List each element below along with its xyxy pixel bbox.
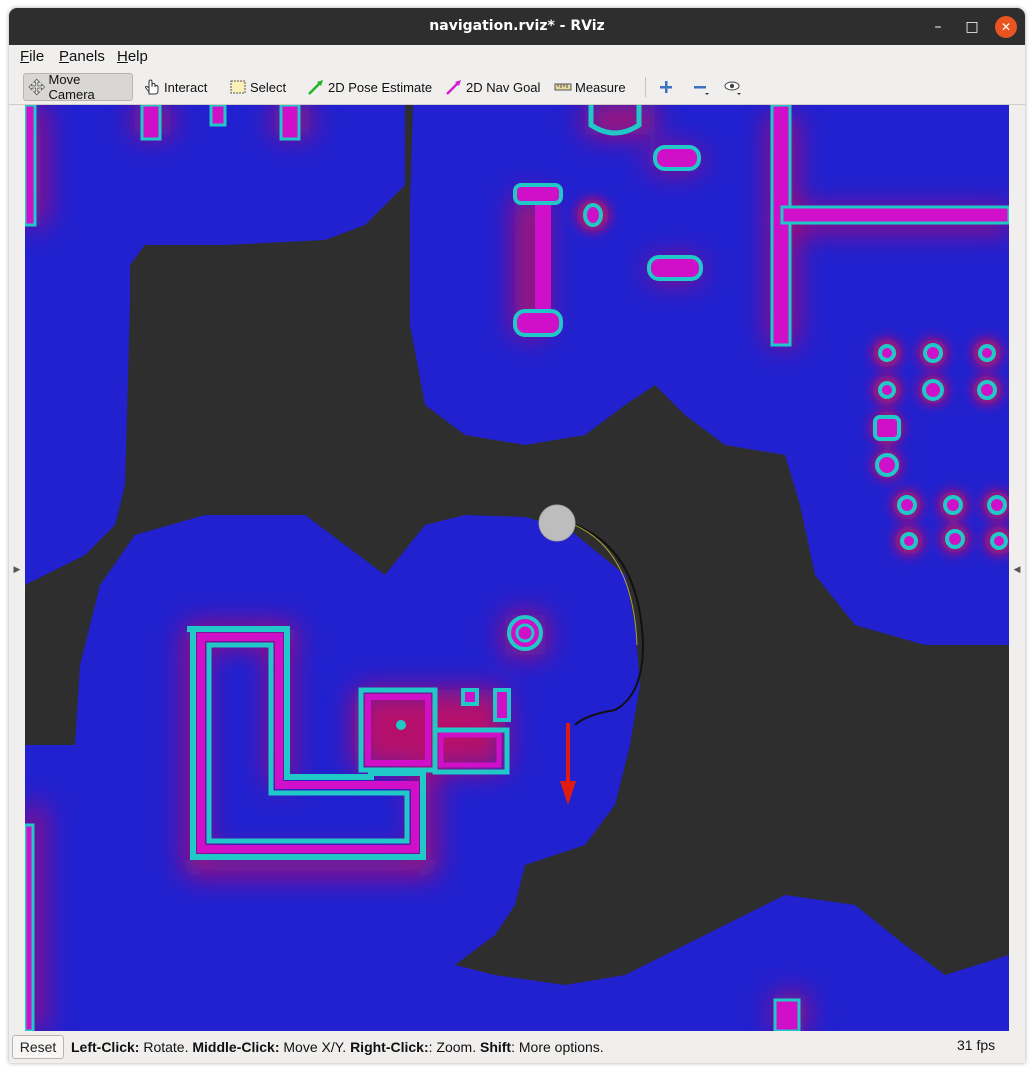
- measure-icon: [554, 83, 572, 91]
- move-camera-icon: [28, 78, 46, 96]
- tool-bar: Move Camera Interact Select 2D Pose Esti…: [9, 69, 1025, 105]
- menu-bar: File Panels Help: [9, 45, 1025, 69]
- reset-button[interactable]: Reset: [12, 1035, 64, 1059]
- nav-goal-tool[interactable]: 2D Nav Goal: [441, 73, 544, 101]
- expand-right-icon: ◀: [1013, 565, 1021, 575]
- robot-footprint: [538, 504, 576, 542]
- interact-icon: [144, 79, 159, 95]
- render-viewport[interactable]: [25, 105, 1009, 1031]
- select-tool[interactable]: Select: [225, 73, 290, 101]
- pose-estimate-icon: [308, 80, 323, 95]
- expand-left-icon: ▶: [13, 565, 21, 575]
- add-tool-button[interactable]: [653, 73, 682, 101]
- window-title: navigation.rviz* - RViz: [429, 18, 605, 34]
- move-camera-label: Move Camera: [48, 72, 95, 102]
- remove-tool-button[interactable]: [687, 73, 716, 101]
- right-dock-handle[interactable]: ◀: [1009, 105, 1025, 1031]
- zoom-in-icon: [660, 81, 672, 93]
- pose-estimate-tool[interactable]: 2D Pose Estimate: [303, 73, 436, 101]
- zoom-out-icon: [694, 86, 709, 95]
- left-dock-handle[interactable]: ▶: [9, 105, 25, 1031]
- costmap-view[interactable]: [25, 105, 1009, 1031]
- status-bar: Reset Left-Click: Rotate. Middle-Click: …: [9, 1031, 1025, 1063]
- nav-goal-icon: [446, 80, 461, 95]
- close-button[interactable]: ✕: [995, 16, 1017, 38]
- title-bar: navigation.rviz* - RViz – □ ✕: [9, 8, 1025, 45]
- select-label: Select: [250, 79, 287, 95]
- measure-label: Measure: [575, 79, 626, 95]
- nav-goal-label: 2D Nav Goal: [466, 79, 541, 95]
- toolbar-separator: [645, 77, 646, 97]
- minimize-button[interactable]: –: [927, 16, 949, 38]
- menu-help[interactable]: Help: [117, 48, 148, 65]
- interact-label: Interact: [164, 79, 208, 95]
- move-camera-tool[interactable]: Move Camera: [23, 72, 133, 102]
- rviz-window: navigation.rviz* - RViz – □ ✕ File Panel…: [9, 8, 1025, 1063]
- select-icon: [230, 80, 246, 94]
- fps-counter: 31 fps: [957, 1037, 996, 1053]
- menu-panels[interactable]: Panels: [59, 48, 105, 65]
- interact-tool[interactable]: Interact: [139, 73, 211, 101]
- view-options-button[interactable]: [719, 73, 748, 101]
- help-text: Left-Click: Rotate. Middle-Click: Move X…: [71, 1039, 604, 1055]
- measure-tool[interactable]: Measure: [550, 73, 630, 101]
- view-icon: [724, 81, 741, 95]
- menu-file[interactable]: File: [20, 48, 44, 65]
- maximize-button[interactable]: □: [961, 16, 983, 38]
- pose-estimate-label: 2D Pose Estimate: [328, 79, 433, 95]
